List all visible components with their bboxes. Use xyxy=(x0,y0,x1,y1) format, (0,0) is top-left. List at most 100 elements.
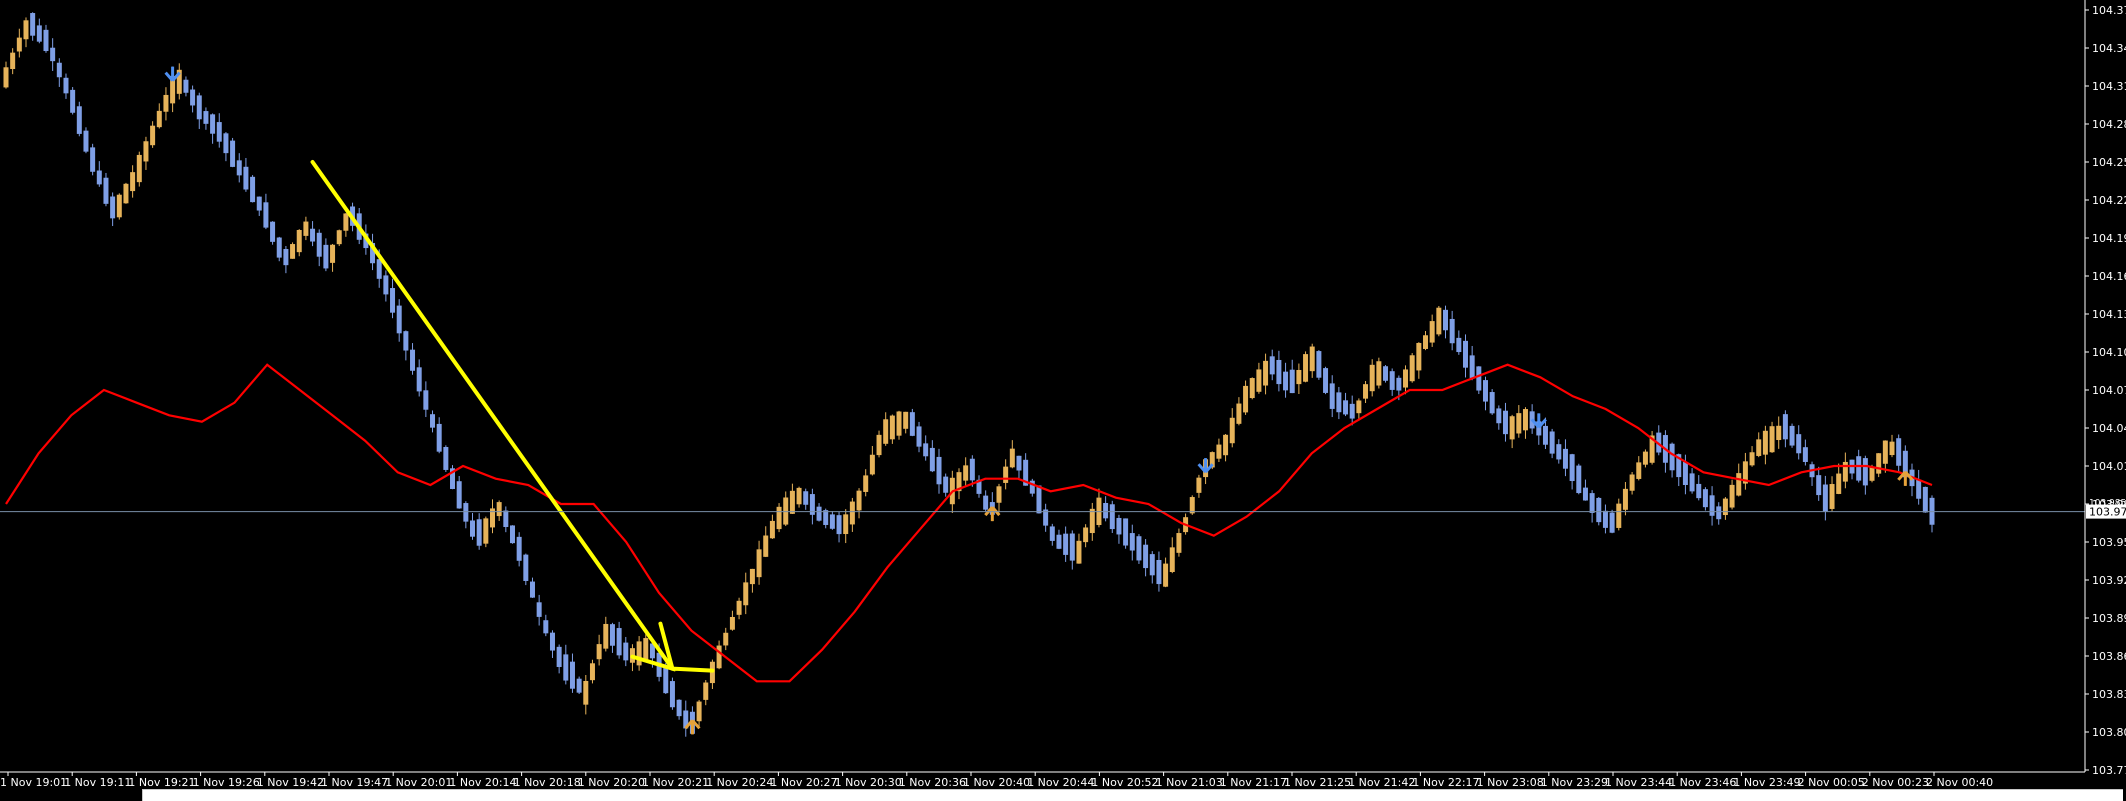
candle-body xyxy=(1642,451,1648,465)
candle-body xyxy=(856,490,862,511)
y-tick: 103.895 xyxy=(2085,612,2126,625)
x-tick-label: 1 Nov 20:27 xyxy=(770,776,837,789)
candle-body xyxy=(1069,533,1075,561)
x-tick-label: 1 Nov 21:03 xyxy=(1156,776,1223,789)
candle-body xyxy=(1609,512,1615,533)
candle xyxy=(70,87,76,115)
candle-body xyxy=(1516,413,1522,434)
candle-body xyxy=(1729,484,1735,508)
y-tick: 103.985 xyxy=(2085,498,2126,511)
candle-body xyxy=(743,582,749,606)
y-tick-label: 104.135 xyxy=(2092,308,2126,321)
candle-body xyxy=(1549,431,1555,454)
candle-body xyxy=(1782,414,1788,440)
x-tick-label: 1 Nov 19:01 xyxy=(0,776,67,789)
candle xyxy=(669,677,675,710)
candle-body xyxy=(816,506,822,521)
y-tick: 104.345 xyxy=(2085,42,2126,55)
x-tick-label: 1 Nov 20:44 xyxy=(1027,776,1094,789)
candle-body xyxy=(1229,417,1235,444)
candle-body xyxy=(1722,498,1728,516)
y-tick: 104.315 xyxy=(2085,80,2126,93)
candle xyxy=(1323,366,1329,395)
candle-body xyxy=(50,47,56,62)
candle-body xyxy=(243,166,249,190)
candle-body xyxy=(383,275,389,295)
candle-body xyxy=(903,411,909,429)
candle-body xyxy=(1016,455,1022,471)
x-tick-label: 1 Nov 21:17 xyxy=(1220,776,1287,789)
candle-body xyxy=(56,62,62,78)
candle-body xyxy=(529,581,535,598)
candle-body xyxy=(1896,438,1902,466)
candle-body xyxy=(696,701,702,722)
candle-body xyxy=(1449,318,1455,344)
candle-body xyxy=(1176,533,1182,553)
candle-body xyxy=(543,620,549,634)
candle-body xyxy=(250,176,256,203)
candle xyxy=(1576,463,1582,495)
candle-body xyxy=(210,114,216,134)
candle-body xyxy=(463,503,469,522)
candle xyxy=(1702,487,1708,511)
candle-body xyxy=(1709,495,1715,516)
chart-tab-bar[interactable] xyxy=(142,789,2123,801)
candle-body xyxy=(36,25,42,42)
y-tick: 104.225 xyxy=(2085,194,2126,207)
candle-body xyxy=(1423,335,1429,349)
candle-body xyxy=(1316,351,1322,378)
candle-body xyxy=(503,510,509,528)
candle-body xyxy=(983,495,989,510)
candle-body xyxy=(1383,366,1389,381)
candle-body xyxy=(1489,392,1495,414)
y-tick-label: 104.315 xyxy=(2092,80,2126,93)
candle-body xyxy=(1103,502,1109,519)
candle-body xyxy=(136,154,142,183)
candle-body xyxy=(769,520,775,539)
y-tick-label: 104.165 xyxy=(2092,270,2126,283)
candle-body xyxy=(416,367,422,392)
y-tick-label: 104.285 xyxy=(2092,118,2126,131)
candle-body xyxy=(1249,378,1255,399)
chart-background xyxy=(0,0,2126,800)
candle-body xyxy=(430,414,436,428)
candle-body xyxy=(130,172,136,192)
candle-body xyxy=(863,475,869,492)
candle xyxy=(1922,486,1928,513)
candle-body xyxy=(1216,444,1222,459)
candle-body xyxy=(1602,510,1608,528)
x-tick-label: 1 Nov 20:21 xyxy=(642,776,709,789)
x-tick-label: 1 Nov 19:47 xyxy=(321,776,388,789)
candle-body xyxy=(1349,403,1355,419)
candle-body xyxy=(1856,456,1862,481)
candle-body xyxy=(150,125,156,146)
candle-body xyxy=(236,160,242,176)
y-tick: 103.775 xyxy=(2085,764,2126,777)
candle-body xyxy=(1476,366,1482,391)
candle-body xyxy=(1003,466,1009,483)
x-tick-label: 1 Nov 20:01 xyxy=(385,776,452,789)
candle-body xyxy=(90,147,96,172)
candle-body xyxy=(829,514,835,529)
candle-body xyxy=(1429,321,1435,343)
candle-body xyxy=(1036,485,1042,514)
candle-body xyxy=(803,491,809,505)
candle-body xyxy=(563,654,569,681)
candle xyxy=(1789,423,1795,448)
candle-body xyxy=(1469,355,1475,379)
candle-body xyxy=(1189,497,1195,514)
y-tick: 103.925 xyxy=(2085,574,2126,587)
candle-body xyxy=(536,602,542,617)
candle-body xyxy=(556,646,562,667)
y-tick: 103.955 xyxy=(2085,536,2126,549)
candle-body xyxy=(836,515,842,535)
candle-body xyxy=(1409,355,1415,382)
candle-body xyxy=(10,52,16,70)
y-tick-label: 103.805 xyxy=(2092,726,2126,739)
candle-body xyxy=(296,229,302,253)
candle-body xyxy=(1009,448,1015,468)
candle-body xyxy=(30,13,36,36)
candle-body xyxy=(1776,425,1782,441)
candle-body xyxy=(96,170,102,185)
x-tick-label: 1 Nov 19:21 xyxy=(128,776,195,789)
